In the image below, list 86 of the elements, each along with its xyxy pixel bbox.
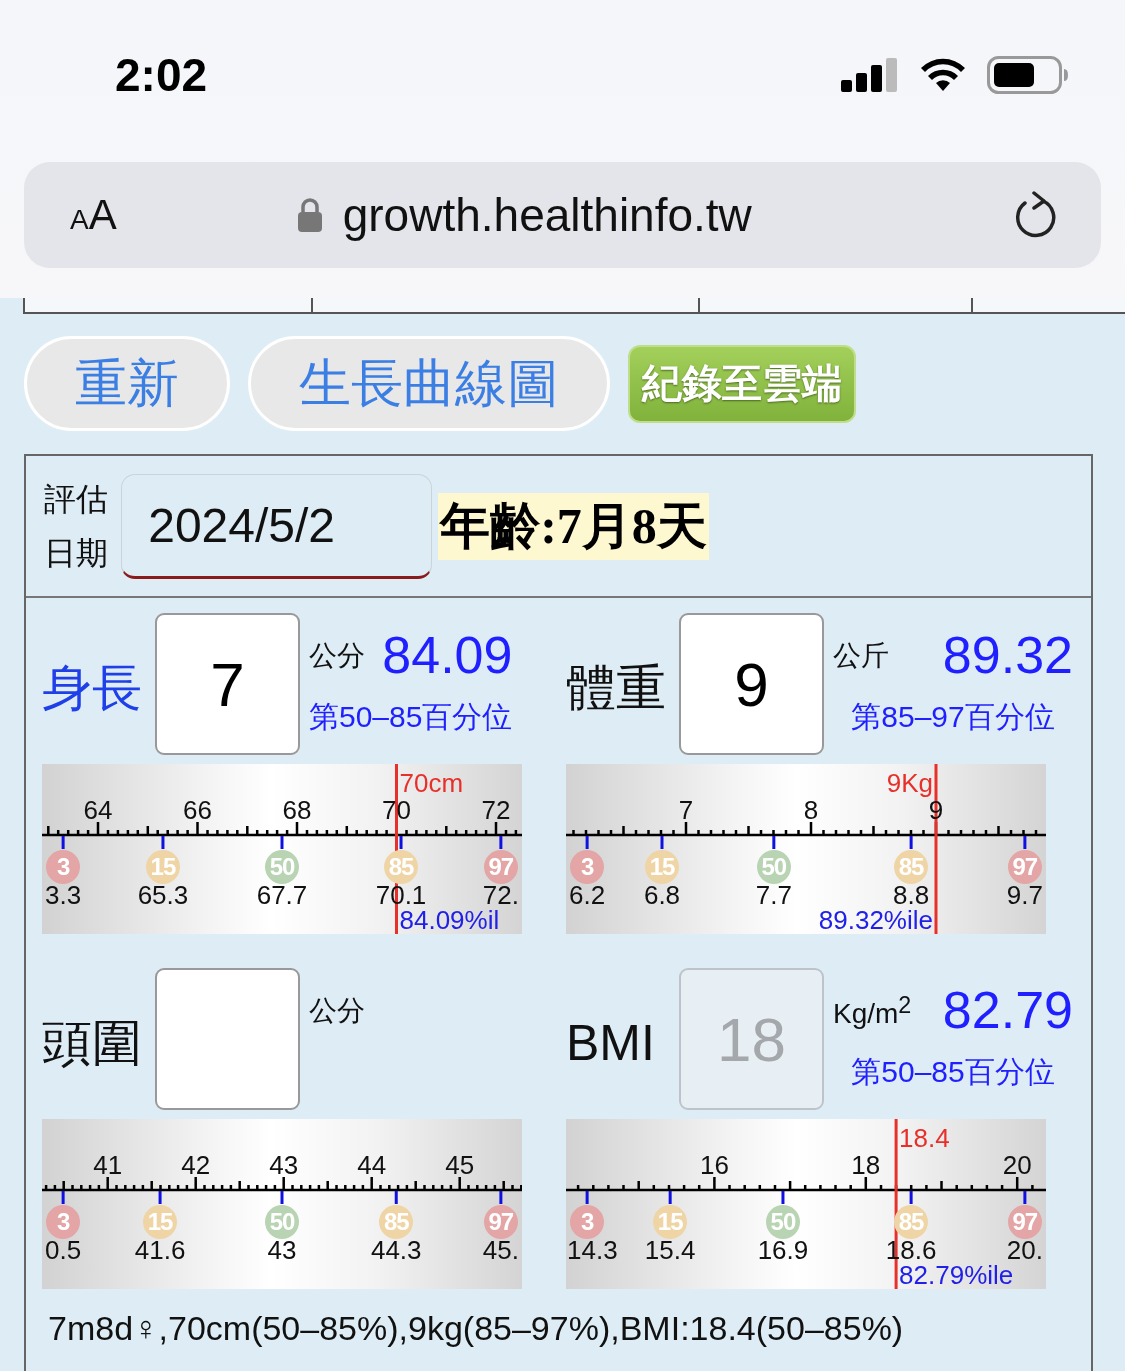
status-time: 2:02 (115, 48, 208, 102)
percentile-tick (660, 836, 664, 849)
percentile-tick (499, 836, 503, 849)
percentile-tick (909, 836, 913, 849)
percentile-value: 84.09 (382, 627, 513, 683)
percentile-tick (161, 836, 165, 849)
value-field[interactable]: 9 (679, 613, 824, 755)
percentile-badge: 50 (265, 850, 299, 884)
unit-label: 公分 (309, 639, 365, 673)
unit-label: 公斤 (833, 639, 889, 673)
percentile-badge: 15 (645, 850, 679, 884)
scale-label: 7 (678, 795, 694, 825)
battery-icon (987, 56, 1069, 94)
percentile-value: 82.79 (942, 982, 1073, 1038)
scale-label: 41 (93, 1150, 123, 1180)
percentile-tick (668, 1191, 672, 1204)
measure-label: 頭圍 (42, 1013, 143, 1073)
percentile-badge: 50 (265, 1205, 299, 1239)
percentile-range: 第50–85百分位 (309, 699, 513, 735)
percentile-tick (1023, 836, 1027, 849)
percentile-badge: 3 (46, 850, 81, 884)
scale-label: 45 (445, 1150, 475, 1180)
percentile-range: 第50–85百分位 (850, 1054, 1056, 1090)
scale-label: 43 (269, 1150, 299, 1180)
percentile-tick (61, 1191, 65, 1204)
percentile-tick (280, 836, 284, 849)
reload-icon[interactable] (1013, 191, 1059, 239)
percentile-tick (585, 1191, 589, 1204)
percentile-tick (1023, 1191, 1027, 1204)
scale-label: 44 (357, 1150, 387, 1180)
percentile-tick (585, 836, 589, 849)
measure-label: 體重 (566, 658, 667, 718)
scale-label: 66 (183, 795, 212, 825)
percentile-tick (909, 1191, 913, 1204)
percentile-tick (772, 836, 776, 849)
percentile-tick (394, 1191, 398, 1204)
percentile-tick (280, 1191, 284, 1204)
url-text[interactable]: growth.healthinfo.tw (342, 188, 752, 242)
age-label: 年齡:7月8天 (438, 492, 709, 560)
date-label: 評估日期 (44, 480, 109, 573)
percentile-value: 89.32 (942, 627, 1073, 683)
scale-label: 16 (699, 1150, 729, 1180)
percentile-badge: 97 (483, 850, 518, 884)
scale-label: 42 (181, 1150, 211, 1180)
percentile-badge: 97 (483, 1205, 518, 1239)
scale-label: 18 (851, 1150, 881, 1180)
percentile-tick (781, 1191, 785, 1204)
measure-label: 身長 (42, 658, 143, 718)
summary-text: 7m8d♀,70cm(50–85%),9kg(85–97%),BMI:18.4(50–85%) (48, 1309, 905, 1348)
scale-label: 72 (481, 795, 511, 825)
lock-icon (296, 197, 323, 233)
percentile-badge: 85 (894, 1205, 929, 1239)
reading-label: 70cm (399, 768, 464, 798)
percentile-badge: 97 (1007, 850, 1042, 884)
date-field[interactable]: 2024/5/2 (121, 473, 433, 579)
percentile-badge: 15 (145, 850, 180, 884)
percentile-tick (61, 836, 65, 849)
reading-label: 18.4 (899, 1123, 950, 1153)
percentile-badge: 3 (570, 850, 605, 884)
percentile-tick (499, 1191, 503, 1204)
reading-label: 9Kg (886, 768, 933, 798)
percentile-badge: 3 (570, 1205, 605, 1239)
percentile-badge: 3 (46, 1205, 81, 1239)
scale-label: 20 (1002, 1150, 1032, 1180)
measure-label: BMI (566, 1014, 656, 1072)
value-field[interactable]: 7 (155, 613, 300, 755)
percentile-tick (399, 836, 403, 849)
percentile-badge: 15 (653, 1205, 688, 1239)
percentile-tick (158, 1191, 162, 1204)
wifi-icon (919, 57, 967, 93)
signal-icon (841, 58, 899, 92)
percentile-badge: 15 (143, 1205, 178, 1239)
value-field[interactable] (155, 968, 300, 1110)
scale-label: 64 (83, 795, 113, 825)
scale-label: 8 (803, 795, 819, 825)
scale-label: 68 (282, 795, 312, 825)
unit-label: 公分 (309, 994, 365, 1028)
percentile-badge: 85 (384, 850, 419, 884)
percentile-badge: 85 (379, 1205, 414, 1239)
percentile-badge: 85 (894, 850, 929, 884)
unit-label: Kg/m$^{2}$ (833, 992, 912, 1031)
percentile-badge: 50 (765, 1205, 800, 1239)
text-size-button[interactable]: AA (70, 191, 117, 239)
percentile-badge: 50 (756, 850, 791, 884)
percentile-badge: 97 (1007, 1205, 1042, 1239)
percentile-range: 第85–97百分位 (850, 699, 1056, 735)
